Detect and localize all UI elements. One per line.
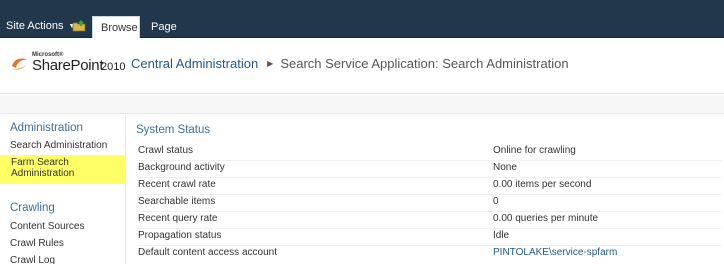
quick-launch: Administration Search Administration Far… — [0, 115, 126, 264]
nav-heading-crawling[interactable]: Crawling — [10, 202, 55, 214]
default-account-link[interactable]: PINTOLAKE\service-spfarm — [493, 247, 617, 258]
breadcrumb-current: Search Service Application: Search Admin… — [280, 56, 569, 71]
status-label: Recent query rate — [138, 213, 218, 224]
status-value: 0.00 items per second — [493, 179, 592, 190]
nav-item-content-sources[interactable]: Content Sources — [10, 221, 85, 232]
triangle-right-icon: ▶ — [267, 59, 274, 68]
section-title: System Status — [136, 124, 211, 136]
status-row: Background activity None — [127, 160, 724, 177]
tab-page-label: Page — [151, 21, 177, 33]
nav-heading-administration[interactable]: Administration — [10, 122, 83, 134]
site-actions-label: Site Actions — [6, 20, 64, 32]
nav-item-search-administration[interactable]: Search Administration — [10, 140, 107, 151]
nav-item-farm-search-administration-label: Farm Search Administration — [11, 157, 75, 179]
status-row: Crawl status Online for crawling — [127, 143, 724, 160]
status-row: Default content access account PINTOLAKE… — [127, 245, 724, 262]
nav-item-crawl-log[interactable]: Crawl Log — [10, 255, 55, 264]
ribbon-bar: Site Actions ▼ Browse Page — [0, 0, 724, 38]
title-area: Microsoft® SharePoint 2010 Central Admin… — [0, 38, 724, 94]
status-label: Default content access account — [138, 247, 277, 258]
status-value: None — [493, 162, 517, 173]
status-value: 0.00 queries per minute — [493, 213, 599, 224]
status-row: Recent query rate 0.00 queries per minut… — [127, 211, 724, 228]
status-value: Online for crawling — [493, 145, 576, 156]
sharepoint-logo[interactable]: Microsoft® SharePoint 2010 — [10, 52, 130, 78]
status-row: Propagation status Idle — [127, 228, 724, 245]
title-underbar — [0, 95, 724, 114]
nav-item-farm-search-administration[interactable]: Farm Search Administration — [0, 155, 126, 184]
status-label: Background activity — [138, 162, 225, 173]
breadcrumb-root-link[interactable]: Central Administration — [131, 56, 258, 71]
status-label: Crawl status — [138, 145, 194, 156]
status-label: Searchable items — [138, 196, 216, 207]
nav-item-crawl-rules[interactable]: Crawl Rules — [10, 238, 64, 249]
site-actions-menu[interactable]: Site Actions ▼ — [6, 20, 75, 32]
tab-browse-label: Browse — [101, 22, 138, 34]
folder-up-icon[interactable] — [72, 19, 86, 32]
breadcrumb: Central Administration ▶ Search Service … — [131, 56, 569, 71]
logo-year-text: 2010 — [101, 61, 126, 73]
tab-page[interactable]: Page — [143, 16, 181, 38]
tab-browse[interactable]: Browse — [92, 16, 140, 38]
system-status-panel: System Status Crawl status Online for cr… — [127, 115, 724, 264]
status-value: Idle — [493, 230, 510, 241]
sharepoint-logo-icon — [12, 58, 28, 70]
logo-product-text: SharePoint — [32, 57, 104, 74]
status-value: 0 — [493, 196, 499, 207]
status-label: Propagation status — [138, 230, 222, 241]
status-row: Searchable items 0 — [127, 194, 724, 211]
status-row: Recent crawl rate 0.00 items per second — [127, 177, 724, 194]
status-label: Recent crawl rate — [138, 179, 216, 190]
